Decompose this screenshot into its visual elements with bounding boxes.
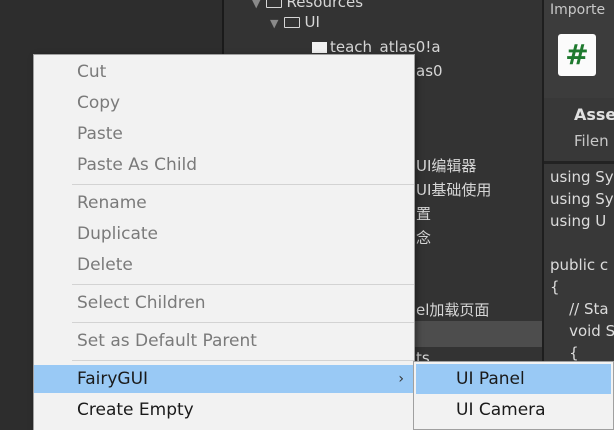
menu-item-duplicate[interactable]: Duplicate <box>34 220 414 248</box>
code-line: // Sta <box>550 300 609 318</box>
menu-item-select-children[interactable]: Select Children <box>34 289 414 317</box>
tree-item-panel-load[interactable]: el加载页面 <box>416 298 489 322</box>
menu-item-fairygui[interactable]: FairyGUI › <box>34 365 414 393</box>
menu-item-paste[interactable]: Paste <box>34 120 414 148</box>
menu-separator <box>72 284 414 285</box>
expand-arrow-icon[interactable]: ▼ <box>252 0 260 16</box>
menu-item-set-default-parent[interactable]: Set as Default Parent <box>34 327 414 355</box>
fairygui-submenu: UI Panel UI Camera <box>413 361 614 430</box>
tree-item-settings[interactable]: 置 <box>416 202 431 226</box>
tree-item-atlas0[interactable]: as0 <box>416 59 443 83</box>
code-line: { <box>550 278 560 296</box>
tree-item-ui-editor[interactable]: UI编辑器 <box>416 154 476 178</box>
tree-item-ui-basic[interactable]: UI基础使用 <box>416 178 491 202</box>
submenu-arrow-icon: › <box>398 371 404 387</box>
code-line: using U <box>550 212 607 230</box>
csharp-script-icon: # <box>558 34 596 76</box>
texture-icon <box>312 42 327 53</box>
inspector-header: Importe <box>544 0 614 21</box>
menu-item-cut[interactable]: Cut <box>34 58 414 86</box>
code-line: void S <box>550 322 614 340</box>
expand-arrow-icon[interactable]: ▼ <box>270 12 278 36</box>
code-line: using Sy <box>550 190 614 208</box>
submenu-item-ui-panel[interactable]: UI Panel <box>416 364 611 394</box>
open-folder-icon <box>284 17 301 28</box>
submenu-item-ui-camera[interactable]: UI Camera <box>414 395 613 425</box>
menu-item-delete[interactable]: Delete <box>34 251 414 279</box>
folder-icon <box>266 0 283 8</box>
menu-item-fairygui-label: FairyGUI <box>77 369 149 389</box>
menu-item-copy[interactable]: Copy <box>34 89 414 117</box>
code-line: public c <box>550 256 609 274</box>
script-preview: using Sy using Sy using U public c { // Sta… <box>550 166 614 364</box>
menu-item-rename[interactable]: Rename <box>34 189 414 217</box>
code-line: using Sy <box>550 168 614 186</box>
tree-item-ui-folder[interactable]: ▼ UI <box>270 10 320 34</box>
tree-item-concept[interactable]: 念 <box>416 226 431 250</box>
context-menu: Cut Copy Paste Paste As Child Rename Dup… <box>33 54 415 430</box>
menu-separator <box>72 322 414 323</box>
inspector-filename-label: Filen <box>574 132 609 150</box>
menu-item-paste-as-child[interactable]: Paste As Child <box>34 151 414 179</box>
inspector-asset-label: Asse <box>574 105 614 124</box>
menu-separator <box>72 360 414 361</box>
inspector-separator <box>544 161 614 164</box>
menu-separator <box>72 184 414 185</box>
menu-item-create-empty[interactable]: Create Empty <box>34 396 414 424</box>
